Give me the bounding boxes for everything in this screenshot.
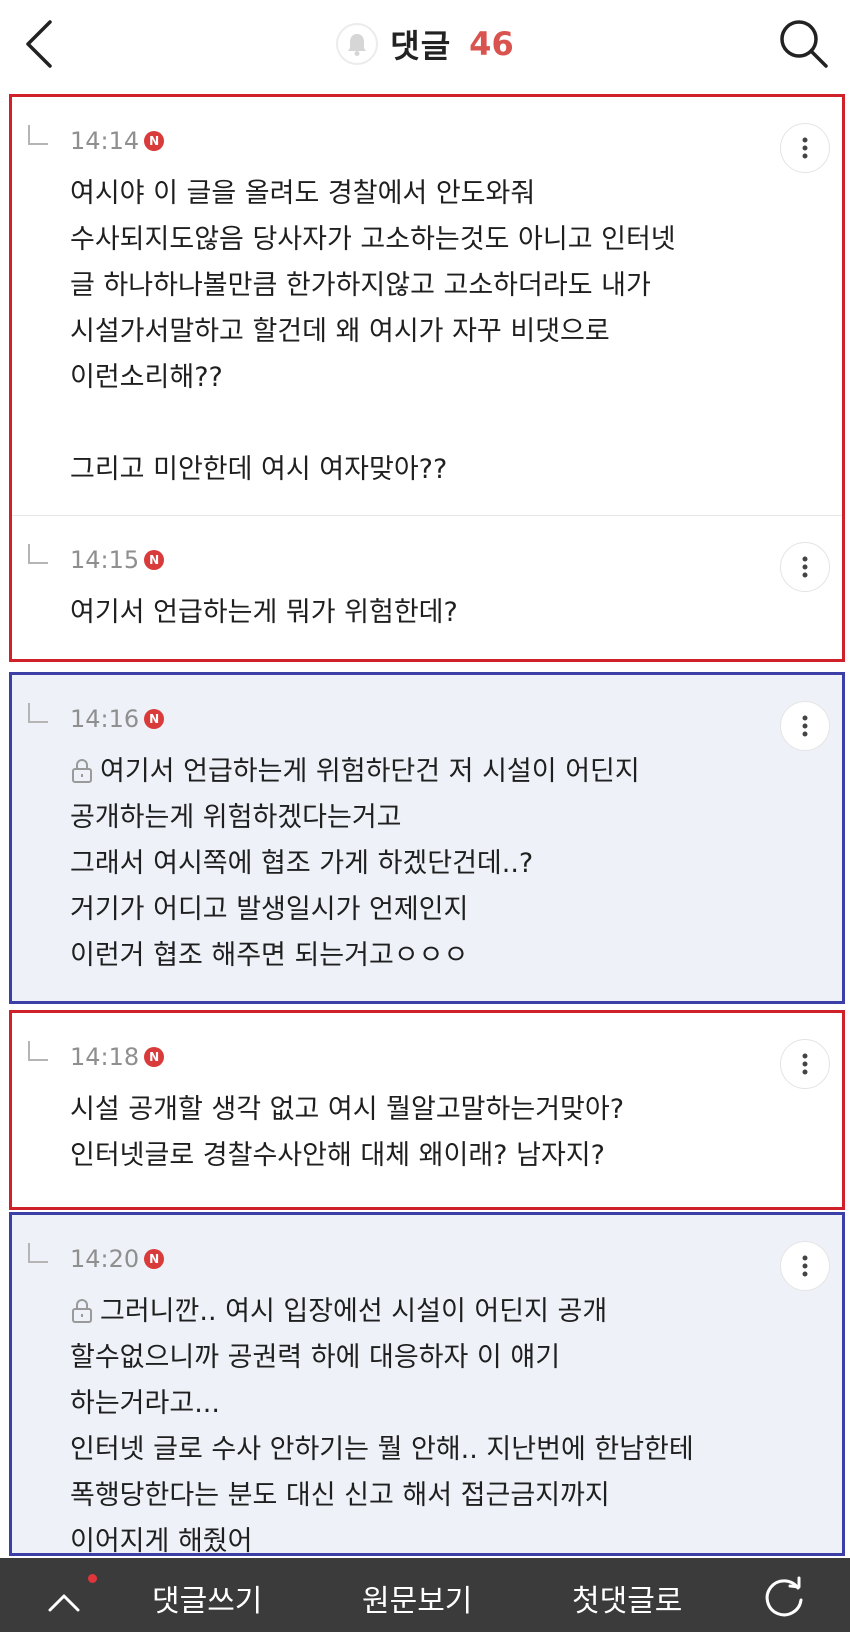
new-badge: N — [144, 1249, 165, 1269]
view-original-button[interactable]: 원문보기 — [362, 1576, 472, 1620]
comment-meta: 14:15 N — [70, 542, 762, 578]
more-options-button[interactable] — [780, 701, 830, 751]
comment-item-secret: 14:16 N 여기서 언급하는게 위험하단건 저 시설이 어딘지 공개하는게 … — [12, 675, 842, 1001]
more-vertical-icon — [802, 137, 808, 159]
comment-meta: 14:14 N — [70, 123, 762, 159]
more-vertical-icon — [802, 556, 808, 578]
reply-indent-icon — [28, 1243, 48, 1263]
comment-body: 여기서 언급하는게 뭐가 위험한데? — [70, 597, 458, 628]
scroll-top-button[interactable] — [40, 1582, 88, 1622]
comment-body-wrap: 그러니깐.. 여시 입장에선 시설이 어딘지 공개 할수없으니까 공권력 하에 … — [70, 1289, 762, 1556]
comment-item: 14:18 N 시설 공개할 생각 없고 여시 뭘알고말하는거맞아? 인터넷글로… — [12, 1013, 842, 1201]
notification-dot — [88, 1574, 97, 1583]
write-comment-button[interactable]: 댓글쓰기 — [152, 1576, 262, 1620]
new-badge: N — [144, 709, 165, 729]
bell-icon — [348, 34, 367, 56]
bottom-action-bar: 댓글쓰기 원문보기 첫댓글로 — [0, 1558, 850, 1632]
new-badge: N — [144, 131, 165, 151]
comment-group-highlight-blue: 14:16 N 여기서 언급하는게 위험하단건 저 시설이 어딘지 공개하는게 … — [9, 672, 845, 1004]
more-options-button[interactable] — [780, 542, 830, 592]
comment-group-highlight-red: 14:18 N 시설 공개할 생각 없고 여시 뭘알고말하는거맞아? 인터넷글로… — [9, 1010, 845, 1210]
chevron-up-icon — [48, 1594, 80, 1612]
comment-meta: 14:18 N — [70, 1039, 762, 1075]
comment-body: 여시야 이 글을 올려도 경찰에서 안도와줘 수사되지도않음 당사자가 고소하는… — [70, 178, 676, 485]
refresh-button[interactable] — [760, 1574, 808, 1622]
more-vertical-icon — [802, 1053, 808, 1075]
comment-body: 시설 공개할 생각 없고 여시 뭘알고말하는거맞아? 인터넷글로 경찰수사안해 … — [70, 1094, 625, 1171]
new-badge: N — [144, 550, 165, 570]
search-button[interactable] — [776, 16, 832, 72]
comment-time: 14:14 — [70, 127, 140, 155]
comment-body-wrap: 여기서 언급하는게 위험하단건 저 시설이 어딘지 공개하는게 위험하겠다는거고… — [70, 749, 762, 979]
comment-group-highlight-blue: 14:20 N 그러니깐.. 여시 입장에선 시설이 어딘지 공개 할수없으니까… — [9, 1212, 845, 1556]
first-comment-button[interactable]: 첫댓글로 — [572, 1576, 682, 1620]
notification-bell-button[interactable] — [336, 23, 379, 65]
more-options-button[interactable] — [780, 1039, 830, 1089]
header-title-group: 댓글 46 — [0, 20, 850, 68]
comment-count: 46 — [469, 25, 514, 63]
comment-item-secret: 14:20 N 그러니깐.. 여시 입장에선 시설이 어딘지 공개 할수없으니까… — [12, 1215, 842, 1556]
more-options-button[interactable] — [780, 123, 830, 173]
more-options-button[interactable] — [780, 1241, 830, 1291]
comment-meta: 14:20 N — [70, 1241, 762, 1277]
lock-icon — [72, 759, 92, 783]
comment-body: 여기서 언급하는게 위험하단건 저 시설이 어딘지 공개하는게 위험하겠다는거고… — [70, 756, 640, 971]
comment-item: 14:15 N 여기서 언급하는게 뭐가 위험한데? — [12, 515, 842, 658]
comment-time: 14:20 — [70, 1245, 140, 1273]
more-vertical-icon — [802, 1255, 808, 1277]
reply-indent-icon — [28, 703, 48, 723]
more-vertical-icon — [802, 715, 808, 737]
lock-icon — [72, 1299, 92, 1323]
reply-indent-icon — [28, 544, 48, 564]
comment-meta: 14:16 N — [70, 701, 762, 737]
comment-time: 14:15 — [70, 546, 140, 574]
reply-indent-icon — [28, 125, 48, 145]
refresh-icon — [765, 1576, 803, 1617]
reply-indent-icon — [28, 1041, 48, 1061]
new-badge: N — [144, 1047, 165, 1067]
comment-time: 14:18 — [70, 1043, 140, 1071]
comment-group-highlight-red: 14:14 N 여시야 이 글을 올려도 경찰에서 안도와줘 수사되지도않음 당… — [9, 94, 845, 662]
comment-time: 14:16 — [70, 705, 140, 733]
comment-item: 14:14 N 여시야 이 글을 올려도 경찰에서 안도와줘 수사되지도않음 당… — [12, 97, 842, 515]
top-header: 댓글 46 — [0, 0, 850, 88]
page-title: 댓글 — [390, 27, 452, 65]
search-icon — [780, 20, 828, 68]
comment-body: 그러니깐.. 여시 입장에선 시설이 어딘지 공개 할수없으니까 공권력 하에 … — [70, 1296, 694, 1556]
